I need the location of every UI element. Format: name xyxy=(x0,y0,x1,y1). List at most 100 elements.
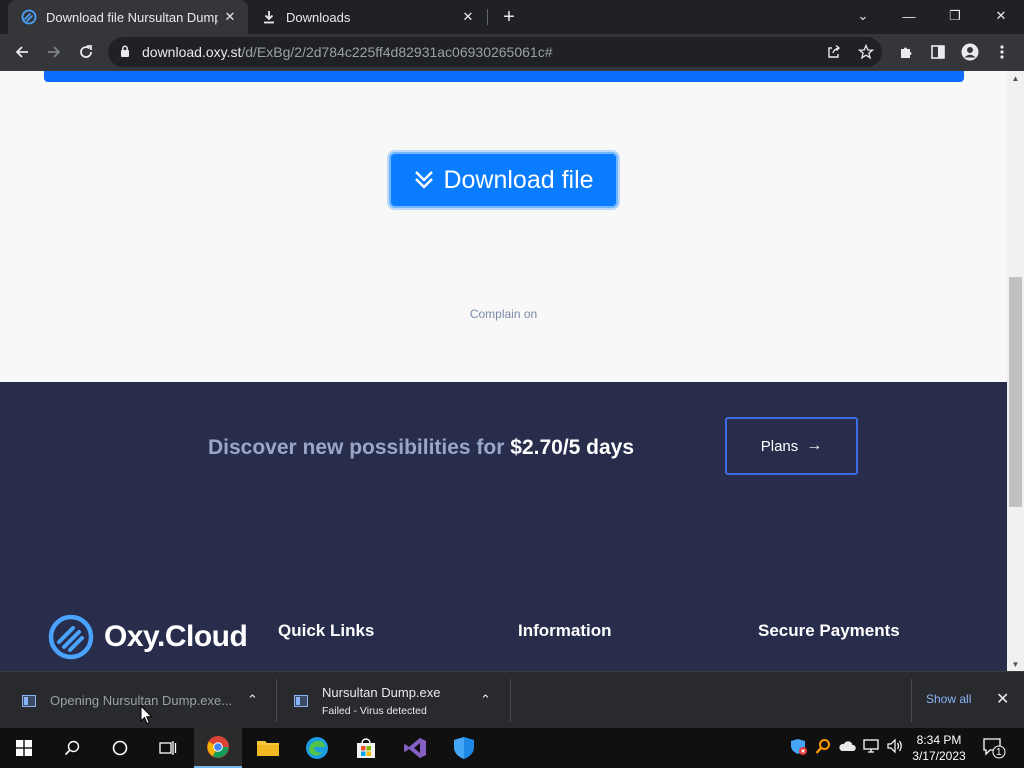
secure-payments-heading: Secure Payments xyxy=(758,621,900,640)
cortana-button[interactable] xyxy=(96,728,144,768)
restore-button[interactable]: ❐ xyxy=(932,0,978,32)
url-path: /d/ExBg/2/2d784c225ff4d82931ac0693026506… xyxy=(241,44,553,60)
download-item-text: Nursultan Dump.exe Failed - Virus detect… xyxy=(322,685,441,717)
chevron-up-icon[interactable]: ⌃ xyxy=(480,692,491,708)
search-tray-icon[interactable] xyxy=(815,738,831,759)
visual-studio-button[interactable] xyxy=(391,728,439,768)
plans-button[interactable]: Plans → xyxy=(725,417,858,475)
promo-text: Discover new possibilities for $2.70/5 d… xyxy=(208,436,634,460)
folder-icon xyxy=(257,741,279,756)
visual-studio-icon xyxy=(404,738,426,758)
url-text[interactable]: download.oxy.st/d/ExBg/2/2d784c225ff4d82… xyxy=(142,44,553,60)
scroll-down-arrow-icon[interactable]: ▼ xyxy=(1007,657,1024,671)
taskbar-search-button[interactable] xyxy=(48,728,96,768)
top-banner-strip xyxy=(44,71,964,82)
file-explorer-button[interactable] xyxy=(244,728,292,768)
security-warning-icon[interactable] xyxy=(790,738,808,759)
side-panel-icon xyxy=(931,45,945,59)
windows-taskbar: 8:34 PM 3/17/2023 1 xyxy=(0,728,1024,768)
share-icon xyxy=(828,44,841,58)
oxy-cloud-logo-icon xyxy=(48,614,94,660)
chevron-up-icon[interactable]: ⌃ xyxy=(247,692,258,708)
notification-count-badge: 1 xyxy=(996,747,1002,758)
download-file-label: Download file xyxy=(443,165,594,194)
windows-logo-icon xyxy=(16,740,32,756)
profile-button[interactable] xyxy=(956,38,984,66)
kebab-menu-icon xyxy=(1000,45,1004,59)
tab-search-button[interactable]: ⌄ xyxy=(840,0,886,32)
tab-separator xyxy=(487,9,488,25)
information-heading: Information xyxy=(518,621,612,640)
download-item-status: Failed - Virus detected xyxy=(322,704,427,717)
reload-button[interactable] xyxy=(72,38,100,66)
forward-button[interactable] xyxy=(40,38,68,66)
double-chevron-down-icon xyxy=(413,169,435,191)
mouse-cursor-icon xyxy=(140,705,153,725)
shield-icon xyxy=(454,737,474,759)
volume-icon[interactable] xyxy=(886,738,904,757)
start-button[interactable] xyxy=(0,728,48,768)
profile-icon xyxy=(961,43,979,61)
network-icon[interactable] xyxy=(862,738,880,757)
exe-file-icon xyxy=(294,694,308,707)
shelf-separator xyxy=(911,679,912,722)
clock-date: 3/17/2023 xyxy=(912,749,966,763)
page-scrollbar[interactable]: ▲ ▼ xyxy=(1007,71,1024,671)
share-button[interactable] xyxy=(820,38,848,66)
page-viewport: Download file Complain on Discover new p… xyxy=(0,71,1007,671)
url-host: download.oxy.st xyxy=(142,44,242,60)
footer: Discover new possibilities for $2.70/5 d… xyxy=(0,382,1007,671)
edge-button[interactable] xyxy=(293,728,341,768)
store-bag-icon xyxy=(357,738,375,758)
download-item-name: Nursultan Dump.exe xyxy=(322,684,441,700)
download-icon xyxy=(260,8,278,26)
task-view-button[interactable] xyxy=(144,728,192,768)
quick-links-heading: Quick Links xyxy=(278,621,375,640)
close-window-button[interactable]: ✕ xyxy=(978,0,1024,32)
logo-text: Oxy.Cloud xyxy=(104,620,248,653)
arrow-right-icon: → xyxy=(806,437,823,454)
chrome-taskbar-button[interactable] xyxy=(194,728,242,768)
oxy-cloud-logo[interactable]: Oxy.Cloud xyxy=(48,614,248,660)
new-tab-button[interactable]: + xyxy=(497,5,521,29)
exe-file-icon xyxy=(22,694,36,707)
onedrive-cloud-icon[interactable] xyxy=(838,738,856,757)
scroll-thumb[interactable] xyxy=(1009,277,1022,507)
menu-button[interactable] xyxy=(988,38,1016,66)
shelf-separator xyxy=(510,679,511,722)
download-shelf: Opening Nursultan Dump.exe... ⌃ Nursulta… xyxy=(0,671,1024,728)
forward-arrow-icon xyxy=(48,46,61,58)
tab-download-file[interactable]: Download file Nursultan Dump.e ✕ xyxy=(8,0,248,34)
complain-link[interactable]: Complain on xyxy=(0,307,1007,321)
tab-close-icon[interactable]: ✕ xyxy=(218,5,242,29)
taskbar-clock[interactable]: 8:34 PM 3/17/2023 xyxy=(906,732,972,764)
lock-icon[interactable] xyxy=(120,45,130,58)
download-file-button[interactable]: Download file xyxy=(389,152,618,208)
puzzle-icon xyxy=(901,47,912,58)
bookmark-button[interactable] xyxy=(852,38,880,66)
browser-toolbar: download.oxy.st/d/ExBg/2/2d784c225ff4d82… xyxy=(0,34,1024,71)
search-icon xyxy=(64,740,80,756)
defender-button[interactable] xyxy=(440,728,488,768)
close-shelf-icon[interactable]: ✕ xyxy=(996,689,1009,709)
back-button[interactable] xyxy=(8,38,36,66)
extensions-button[interactable] xyxy=(892,38,920,66)
back-arrow-icon xyxy=(15,46,28,58)
clock-time: 8:34 PM xyxy=(916,733,962,747)
store-button[interactable] xyxy=(342,728,390,768)
minimize-button[interactable]: — xyxy=(886,0,932,32)
scroll-up-arrow-icon[interactable]: ▲ xyxy=(1007,71,1024,85)
edge-icon xyxy=(306,737,328,759)
cortana-circle-icon xyxy=(112,740,128,756)
side-panel-button[interactable] xyxy=(924,38,952,66)
address-bar[interactable]: download.oxy.st/d/ExBg/2/2d784c225ff4d82… xyxy=(108,37,882,67)
show-all-link[interactable]: Show all xyxy=(926,692,971,706)
notification-center-button[interactable] xyxy=(982,737,1006,762)
tab-downloads[interactable]: Downloads ✕ xyxy=(248,0,486,34)
tab-title: Download file Nursultan Dump.e xyxy=(46,9,218,25)
promo-price: $2.70/5 days xyxy=(510,436,635,459)
download-item-opening[interactable]: Opening Nursultan Dump.exe... xyxy=(0,672,276,729)
tab-close-icon[interactable]: ✕ xyxy=(456,5,480,29)
download-item-failed[interactable]: Nursultan Dump.exe Failed - Virus detect… xyxy=(272,672,510,729)
star-icon xyxy=(858,44,874,60)
